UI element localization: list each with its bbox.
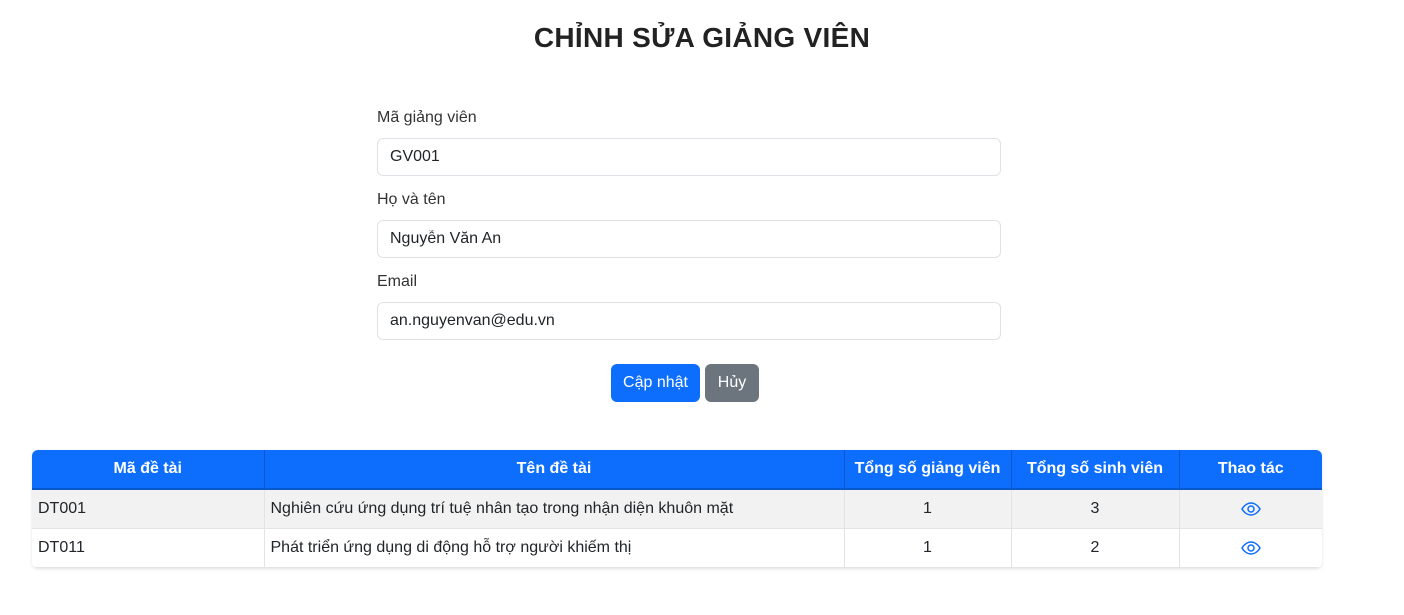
header-actions: Thao tác: [1179, 450, 1322, 490]
topic-code-cell: DT001: [32, 489, 265, 529]
eye-icon[interactable]: [1240, 502, 1261, 516]
full-name-field: Họ và tên: [377, 190, 1001, 258]
header-total-lecturers[interactable]: Tổng số giảng viên: [844, 450, 1012, 490]
email-field: Email: [377, 272, 1001, 340]
topic-title-cell: Phát triển ứng dụng di động hỗ trợ người…: [264, 528, 845, 568]
topics-table: Mã đề tài Tên đề tài Tổng số giảng viên …: [32, 450, 1322, 568]
total-students-cell: 2: [1011, 528, 1180, 568]
table-row: DT001 Nghiên cứu ứng dụng trí tuệ nhân t…: [32, 489, 1322, 529]
total-students-cell: 3: [1011, 489, 1180, 529]
email-input[interactable]: [377, 302, 1001, 340]
cancel-button[interactable]: Hủy: [705, 364, 759, 402]
eye-icon[interactable]: [1240, 541, 1261, 555]
actions-cell: [1179, 489, 1322, 529]
topic-code-cell: DT011: [32, 528, 265, 568]
lecturer-code-label: Mã giảng viên: [377, 109, 477, 126]
table-header-row: Mã đề tài Tên đề tài Tổng số giảng viên …: [32, 450, 1322, 490]
full-name-input[interactable]: [377, 220, 1001, 258]
header-topic-code[interactable]: Mã đề tài: [32, 450, 265, 490]
total-lecturers-cell: 1: [844, 489, 1012, 529]
header-topic-title[interactable]: Tên đề tài: [264, 450, 845, 490]
topics-table-wrapper: Mã đề tài Tên đề tài Tổng số giảng viên …: [32, 450, 1322, 568]
lecturer-code-field: Mã giảng viên: [377, 108, 1001, 176]
edit-lecturer-form: Mã giảng viên Họ và tên Email: [377, 108, 1001, 354]
lecturer-code-input[interactable]: [377, 138, 1001, 176]
email-label: Email: [377, 273, 418, 290]
topic-title-cell: Nghiên cứu ứng dụng trí tuệ nhân tạo tro…: [264, 489, 845, 529]
update-button[interactable]: Cập nhật: [611, 364, 700, 402]
actions-cell: [1179, 528, 1322, 568]
table-row: DT011 Phát triển ứng dụng di động hỗ trợ…: [32, 528, 1322, 568]
total-lecturers-cell: 1: [844, 528, 1012, 568]
page-title: CHỈNH SỬA GIẢNG VIÊN: [533, 22, 871, 53]
header-total-students[interactable]: Tổng số sinh viên: [1011, 450, 1180, 490]
form-actions: Cập nhật Hủy: [611, 364, 759, 402]
full-name-label: Họ và tên: [377, 191, 446, 208]
